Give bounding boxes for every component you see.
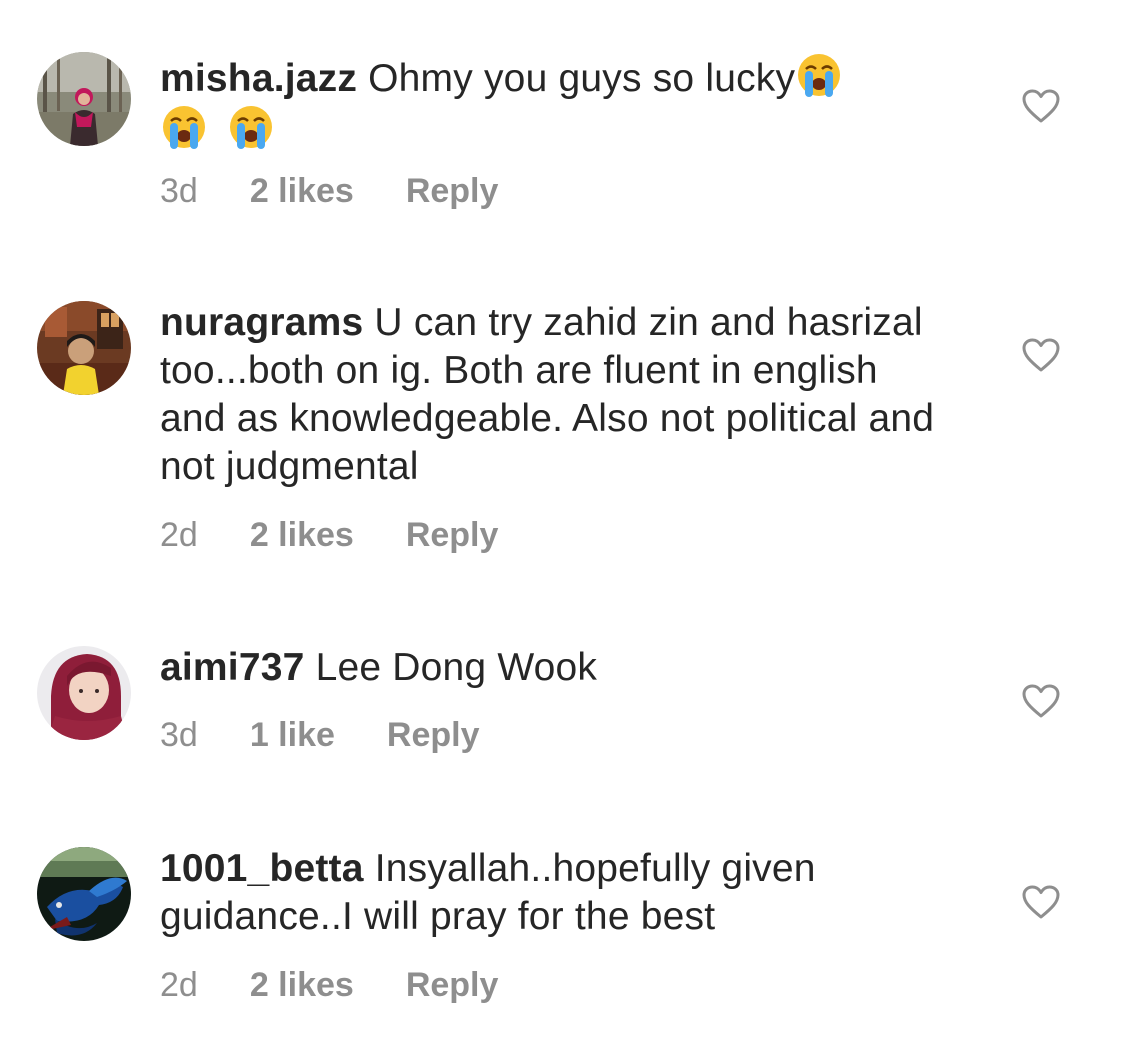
comment-username[interactable]: 1001_betta	[160, 847, 364, 890]
comment-text: 1001_betta Insyallah..hopefully given gu…	[160, 845, 950, 941]
user-avatar-icon[interactable]	[37, 646, 131, 740]
comment-username[interactable]: misha.jazz	[160, 57, 357, 100]
comment-meta: 2d 2 likes Reply	[160, 966, 498, 1005]
heart-icon[interactable]	[1021, 337, 1061, 373]
likes-count[interactable]: 2 likes	[250, 172, 354, 211]
betta-fish-avatar-icon[interactable]	[37, 847, 131, 941]
reply-button[interactable]: Reply	[406, 172, 499, 211]
loudly-crying-face-icon	[795, 51, 843, 99]
reply-button[interactable]: Reply	[406, 966, 499, 1005]
user-avatar-icon[interactable]	[37, 301, 131, 395]
reply-button[interactable]: Reply	[387, 716, 480, 755]
comment-time: 2d	[160, 966, 198, 1004]
comment-body: Lee Dong Wook	[315, 646, 598, 689]
loudly-crying-face-icon	[160, 103, 208, 151]
user-avatar-icon[interactable]	[37, 52, 131, 146]
comment-text: nuragrams U can try zahid zin and hasriz…	[160, 299, 950, 491]
likes-count[interactable]: 1 like	[250, 716, 335, 755]
comment-text: aimi737 Lee Dong Wook	[160, 644, 950, 692]
heart-icon[interactable]	[1021, 683, 1061, 719]
heart-icon[interactable]	[1021, 88, 1061, 124]
comment-meta: 3d 1 like Reply	[160, 716, 480, 755]
comment-meta: 2d 2 likes Reply	[160, 516, 498, 555]
comment-time: 2d	[160, 516, 198, 554]
comment-time: 3d	[160, 172, 198, 210]
comment-username[interactable]: nuragrams	[160, 301, 363, 344]
likes-count[interactable]: 2 likes	[250, 516, 354, 555]
comment-body: Ohmy you guys so lucky	[368, 57, 796, 100]
reply-button[interactable]: Reply	[406, 516, 499, 555]
loudly-crying-face-icon	[227, 103, 275, 151]
likes-count[interactable]: 2 likes	[250, 966, 354, 1005]
heart-icon[interactable]	[1021, 884, 1061, 920]
comment-time: 3d	[160, 716, 198, 754]
comment-meta: 3d 2 likes Reply	[160, 172, 498, 211]
comment-text: misha.jazz Ohmy you guys so lucky	[160, 51, 950, 155]
comment-username[interactable]: aimi737	[160, 646, 305, 689]
